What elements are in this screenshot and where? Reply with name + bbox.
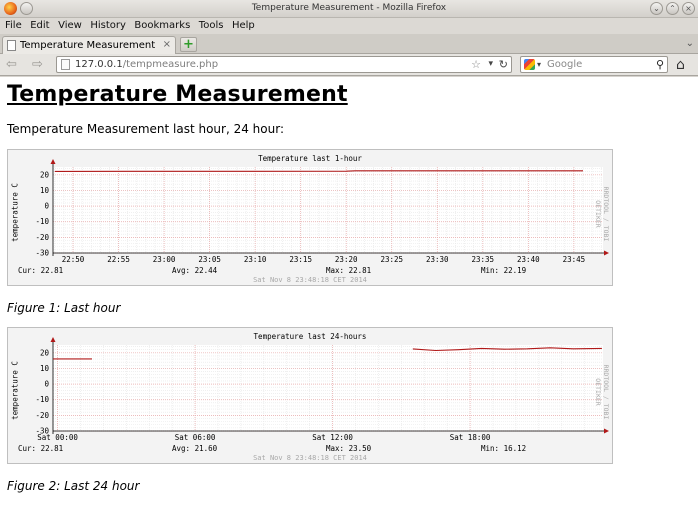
x-tick-label: 22:50 [62, 255, 85, 264]
x-tick-label: 22:55 [107, 255, 130, 264]
y-tick-label: 20 [40, 170, 50, 179]
tab-list-icon[interactable]: ⌄ [686, 38, 694, 49]
chart-timestamp: Sat Nov 8 23:48:18 CET 2014 [253, 454, 367, 462]
menu-history[interactable]: History [90, 20, 126, 31]
chart-last-24-hours: 20 10 0 -10 -20 -30 Sat 00:00 Sat 06:00 Sat 12:0… [7, 327, 613, 464]
y-tick-label: -20 [35, 411, 49, 420]
x-tick-label: Sat 18:00 [450, 433, 491, 442]
chart-title: Temperature last 1-hour [258, 154, 362, 163]
y-tick-label: 10 [40, 364, 50, 373]
x-tick-label: 23:40 [517, 255, 540, 264]
url-text[interactable]: 127.0.0.1/tempmeasure.php [75, 59, 218, 70]
reload-icon[interactable]: ↻ [499, 58, 508, 71]
rrdtool-credit: RRDTOOL / TOBI OETIKER [594, 186, 610, 242]
engine-dropdown-icon[interactable]: ▾ [537, 60, 541, 69]
page-icon [7, 40, 16, 51]
page-title: Temperature Measurement [7, 82, 348, 107]
chart-timestamp: Sat Nov 8 23:48:18 CET 2014 [253, 276, 367, 284]
x-tick-label: 23:05 [198, 255, 221, 264]
site-identity-icon[interactable] [61, 59, 70, 70]
url-path: /tempmeasure.php [122, 59, 219, 70]
window-titlebar: Temperature Measurement - Mozilla Firefo… [0, 0, 698, 18]
menu-edit[interactable]: Edit [30, 20, 49, 31]
x-tick-label: 23:10 [244, 255, 267, 264]
figure-caption-2: Figure 2: Last 24 hour [7, 479, 140, 493]
chart-title: Temperature last 24-hours [253, 332, 367, 341]
page-content: Temperature Measurement Temperature Meas… [0, 77, 698, 528]
y-axis-label: temperature C [10, 361, 20, 420]
tab-temperature-measurement[interactable]: Temperature Measurement × [2, 36, 176, 54]
maximize-icon[interactable]: ⌃ [666, 2, 679, 15]
search-go-icon[interactable]: ⚲ [656, 58, 664, 71]
tab-bar: Temperature Measurement × + ⌄ [0, 34, 698, 54]
x-tick-label: 23:30 [426, 255, 449, 264]
minimize-icon[interactable]: ⌄ [650, 2, 663, 15]
google-engine-icon[interactable] [524, 59, 535, 70]
menu-tools[interactable]: Tools [199, 20, 224, 31]
figure-caption-1: Figure 1: Last hour [7, 301, 121, 315]
x-tick-label: 23:25 [380, 255, 403, 264]
url-host: 127.0.0.1 [75, 59, 123, 70]
y-tick-label: 0 [44, 380, 49, 389]
plot-area [53, 345, 603, 431]
rrdtool-credit: RRDTOOL / TOBI OETIKER [594, 364, 610, 420]
x-tick-label: 23:00 [153, 255, 176, 264]
y-axis-label: temperature C [10, 183, 20, 242]
stat-current: Cur: 22.81 [18, 444, 64, 453]
stat-maximum: Max: 22.81 [326, 266, 372, 275]
navigation-bar: ⇦ ⇨ 127.0.0.1/tempmeasure.php ☆ ▾ ↻ ▾ Go… [0, 54, 698, 76]
temperature-series-line [54, 170, 583, 172]
y-tick-label: -10 [35, 217, 49, 226]
x-tick-label: 23:45 [563, 255, 586, 264]
bookmark-star-icon[interactable]: ☆ [471, 58, 481, 71]
menu-view[interactable]: View [58, 20, 82, 31]
menu-bar: File Edit View History Bookmarks Tools H… [0, 18, 698, 34]
x-tick-label: Sat 12:00 [312, 433, 353, 442]
y-tick-label: -20 [35, 233, 49, 242]
url-dropdown-icon[interactable]: ▾ [488, 59, 493, 69]
y-tick-label: 20 [40, 348, 50, 357]
y-tick-label: 0 [44, 202, 49, 211]
menu-help[interactable]: Help [232, 20, 255, 31]
x-tick-label: 23:35 [472, 255, 495, 264]
url-bar[interactable]: 127.0.0.1/tempmeasure.php ☆ ▾ ↻ [56, 56, 512, 73]
y-tick-label: 10 [40, 186, 50, 195]
menu-file[interactable]: File [5, 20, 22, 31]
stat-average: Avg: 22.44 [172, 266, 218, 275]
window-title: Temperature Measurement - Mozilla Firefo… [251, 3, 447, 13]
stat-maximum: Max: 23.50 [326, 444, 372, 453]
tab-close-icon[interactable]: × [163, 39, 171, 50]
x-tick-label: 23:15 [289, 255, 312, 264]
search-placeholder: Google [547, 59, 583, 70]
close-window-icon[interactable]: × [682, 2, 695, 15]
tab-label: Temperature Measurement [20, 40, 156, 51]
forward-arrow-icon[interactable]: ⇨ [32, 57, 43, 72]
chart-last-hour: 20 10 0 -10 -20 -30 22:50 22:55 23:00 23:05 23:10 2… [7, 149, 613, 286]
stat-average: Avg: 21.60 [172, 444, 218, 453]
x-tick-label: 23:20 [335, 255, 358, 264]
y-tick-label: -10 [35, 395, 49, 404]
new-tab-button[interactable]: + [180, 37, 197, 52]
menu-bookmarks[interactable]: Bookmarks [134, 20, 190, 31]
x-tick-label: Sat 06:00 [175, 433, 216, 442]
intro-text: Temperature Measurement last hour, 24 ho… [7, 122, 285, 136]
home-icon[interactable]: ⌂ [676, 57, 685, 73]
search-bar[interactable]: ▾ Google ⚲ [520, 56, 668, 73]
y-tick-label: -30 [35, 249, 49, 258]
x-tick-label: Sat 00:00 [37, 433, 78, 442]
stat-minimum: Min: 22.19 [481, 266, 527, 275]
stat-current: Cur: 22.81 [18, 266, 64, 275]
stat-minimum: Min: 16.12 [481, 444, 527, 453]
back-arrow-icon[interactable]: ⇦ [6, 57, 17, 72]
